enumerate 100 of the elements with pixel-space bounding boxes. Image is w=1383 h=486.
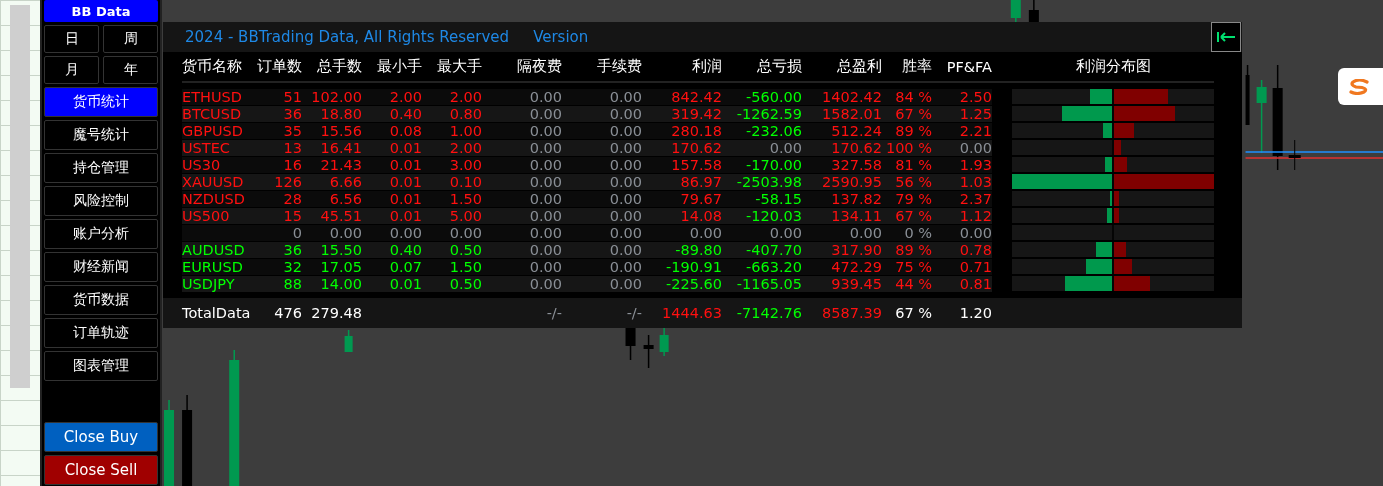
table-cell: 35: [262, 123, 302, 140]
table-cell: 0.00: [482, 225, 562, 242]
table-cell: 0.00: [482, 140, 562, 157]
candle: [1245, 64, 1250, 126]
table-cell: 0.00: [562, 259, 642, 276]
table-cell: 472.29: [802, 259, 882, 276]
table-cell: 5.00: [422, 208, 482, 225]
menu-item[interactable]: 财经新闻: [44, 252, 158, 282]
close-buy-button[interactable]: Close Buy: [44, 422, 158, 452]
table-cell: US30: [182, 157, 262, 174]
candle: [344, 329, 353, 353]
table-cell: 56 %: [882, 174, 932, 191]
table-cell: 126: [262, 174, 302, 191]
table-cell: 1.03: [932, 174, 992, 191]
table-cell: 89 %: [882, 242, 932, 259]
period-button[interactable]: 日: [44, 25, 99, 53]
column-header: 货币名称: [182, 57, 242, 76]
table-cell: 280.18: [642, 123, 722, 140]
table-cell: 0.00: [482, 89, 562, 106]
table-cell: 134.11: [802, 208, 882, 225]
table-cell: -190.91: [642, 259, 722, 276]
column-header: 隔夜费: [517, 57, 562, 76]
column-header: 手续费: [597, 57, 642, 76]
menu-item[interactable]: 魔号统计: [44, 120, 158, 150]
period-button[interactable]: 月: [44, 56, 99, 84]
table-cell: -1165.05: [722, 276, 802, 293]
table-cell: 0.50: [422, 242, 482, 259]
table-cell: 0.00: [482, 123, 562, 140]
menu-item[interactable]: 订单轨迹: [44, 318, 158, 348]
table-cell: 2.00: [422, 89, 482, 106]
table-cell: 89 %: [882, 123, 932, 140]
close-sell-button[interactable]: Close Sell: [44, 455, 158, 485]
arrow-to-left-icon: [1217, 32, 1235, 42]
table-cell: -170.00: [722, 157, 802, 174]
table-cell: BTCUSD: [182, 106, 262, 123]
menu-item[interactable]: 账户分析: [44, 219, 158, 249]
table-cell: 0.01: [362, 191, 422, 208]
table-cell: 6.56: [302, 191, 362, 208]
menu-item[interactable]: 图表管理: [44, 351, 158, 381]
table-cell: 0.01: [362, 208, 422, 225]
table-cell: 0.08: [362, 123, 422, 140]
table-cell: 79 %: [882, 191, 932, 208]
table-cell: 0.40: [362, 106, 422, 123]
table-cell: 0.00: [482, 157, 562, 174]
table-cell: NZDUSD: [182, 191, 262, 208]
column-header: 总亏损: [757, 57, 802, 76]
period-button[interactable]: 周: [103, 25, 158, 53]
table-cell: -58.15: [722, 191, 802, 208]
menu-item[interactable]: 货币统计: [44, 87, 158, 117]
table-cell: 32: [262, 259, 302, 276]
table-cell: 137.82: [802, 191, 882, 208]
table-cell: 0.01: [362, 174, 422, 191]
table-cell: 0.00: [562, 106, 642, 123]
table-cell: 79.67: [642, 191, 722, 208]
table-cell: -663.20: [722, 259, 802, 276]
total-value: 67 %: [894, 305, 932, 321]
table-cell: 327.58: [802, 157, 882, 174]
column-header: 利润: [692, 57, 722, 76]
table-cell: AUDUSD: [182, 242, 262, 259]
table-cell: 36: [262, 106, 302, 123]
period-button[interactable]: 年: [103, 56, 158, 84]
table-cell: 2.37: [932, 191, 992, 208]
table-cell: 16: [262, 157, 302, 174]
table-cell: 1.50: [422, 259, 482, 276]
table-cell: 2.00: [422, 140, 482, 157]
table-cell: 2.00: [362, 89, 422, 106]
table-cell: 67 %: [882, 106, 932, 123]
table-cell: 0.00: [422, 225, 482, 242]
table-cell: 0.01: [362, 157, 422, 174]
table-cell: 0.10: [422, 174, 482, 191]
collapse-button[interactable]: [1211, 22, 1241, 52]
table-cell: 319.42: [642, 106, 722, 123]
table-cell: USTEC: [182, 140, 262, 157]
table-cell: EURUSD: [182, 259, 262, 276]
table-cell: 0.00: [302, 225, 362, 242]
table-cell: 0.78: [932, 242, 992, 259]
candle: [1028, 0, 1039, 23]
menu-item[interactable]: 货币数据: [44, 285, 158, 315]
column-header: 总盈利: [837, 57, 882, 76]
table-cell: 75 %: [882, 259, 932, 276]
brand-button[interactable]: BB Data: [44, 0, 158, 22]
table-cell: 1.12: [932, 208, 992, 225]
table-cell: 86.97: [642, 174, 722, 191]
table-cell: 0.00: [642, 225, 722, 242]
table-cell: 14.00: [302, 276, 362, 293]
table-cell: 2.50: [932, 89, 992, 106]
table-cell: 81 %: [882, 157, 932, 174]
table-cell: 0.40: [362, 242, 422, 259]
table-cell: USDJPY: [182, 276, 262, 293]
total-value: 476: [273, 305, 302, 321]
table-cell: 21.43: [302, 157, 362, 174]
table-cell: US500: [182, 208, 262, 225]
menu-item[interactable]: 风险控制: [44, 186, 158, 216]
table-cell: 16.41: [302, 140, 362, 157]
column-header: 总手数: [317, 57, 362, 76]
total-value: 8587.39: [821, 305, 882, 321]
table-cell: 0.00: [562, 242, 642, 259]
menu-item[interactable]: 持仓管理: [44, 153, 158, 183]
table-cell: 0.00: [482, 259, 562, 276]
table-cell: -225.60: [642, 276, 722, 293]
